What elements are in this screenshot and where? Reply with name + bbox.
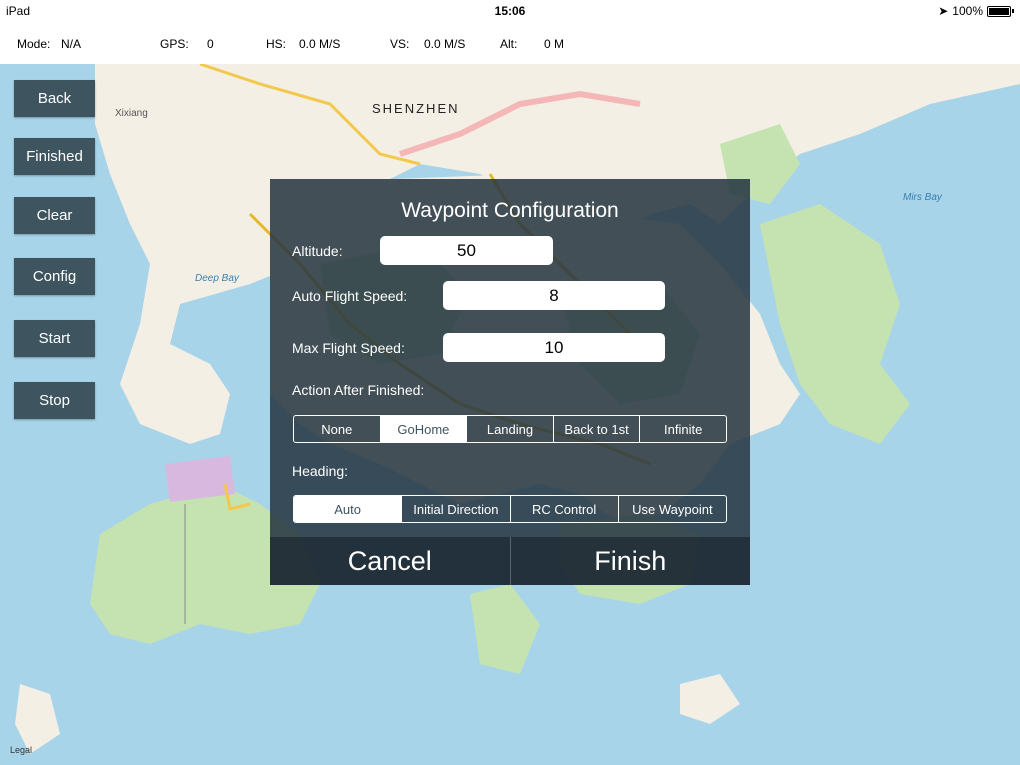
action-after-finished-label: Action After Finished:: [292, 382, 425, 398]
heading-option-auto[interactable]: Auto: [294, 496, 402, 522]
telemetry-bar: Mode: N/A GPS: 0 HS: 0.0 M/S VS: 0.0 M/S…: [0, 22, 1020, 64]
heading-label: Heading:: [292, 463, 349, 479]
map-label-xixiang: Xixiang: [115, 108, 148, 119]
vs-value: 0.0 M/S: [424, 37, 466, 51]
status-right: ➤ 100%: [938, 4, 1014, 18]
dialog-actions: Cancel Finish: [270, 537, 750, 585]
status-time: 15:06: [494, 4, 526, 18]
finished-button[interactable]: Finished: [14, 138, 95, 175]
back-button[interactable]: Back: [14, 80, 95, 117]
heading-option-use-waypoint[interactable]: Use Waypoint: [617, 496, 726, 522]
mode-label: Mode:: [17, 37, 51, 51]
mode-value: N/A: [61, 37, 82, 51]
action-option-back-to-first[interactable]: Back to 1st: [552, 416, 640, 442]
heading-segmented-control: Auto Initial Direction RC Control Use Wa…: [293, 495, 727, 523]
dialog-title: Waypoint Configuration: [401, 199, 619, 222]
waypoint-config-dialog: Waypoint Configuration Altitude: 50 Auto…: [270, 179, 750, 585]
map-label-shenzhen: SHENZHEN: [372, 101, 460, 116]
gps-value: 0: [207, 37, 214, 51]
status-bar: iPad 15:06 ➤ 100%: [0, 0, 1020, 22]
start-button[interactable]: Start: [14, 320, 95, 357]
action-segmented-control: None GoHome Landing Back to 1st Infinite: [293, 415, 727, 443]
hs-value: 0.0 M/S: [299, 37, 341, 51]
battery-icon: [987, 5, 1011, 17]
auto-speed-label: Auto Flight Speed:: [292, 288, 408, 304]
max-speed-label: Max Flight Speed:: [292, 340, 405, 356]
altitude-field[interactable]: 50: [380, 236, 553, 265]
max-speed-field[interactable]: 10: [443, 333, 665, 362]
hs-label: HS:: [266, 37, 287, 51]
heading-option-rc-control[interactable]: RC Control: [509, 496, 618, 522]
altitude-label: Altitude:: [292, 243, 343, 259]
battery-percent: 100%: [952, 4, 983, 18]
alt-label: Alt:: [500, 37, 518, 51]
auto-speed-field[interactable]: 8: [443, 281, 665, 310]
action-option-landing[interactable]: Landing: [466, 416, 553, 442]
action-option-infinite[interactable]: Infinite: [639, 416, 726, 442]
map-label-mirs-bay: Mirs Bay: [903, 192, 942, 203]
heading-option-initial-direction[interactable]: Initial Direction: [401, 496, 509, 522]
map-label-deep-bay: Deep Bay: [195, 273, 239, 284]
battery-tip: [1012, 9, 1014, 13]
action-option-gohome[interactable]: GoHome: [379, 416, 467, 442]
finish-button[interactable]: Finish: [509, 537, 751, 585]
vs-label: VS:: [390, 37, 410, 51]
alt-value: 0 M: [544, 37, 565, 51]
config-button[interactable]: Config: [14, 258, 95, 295]
location-arrow-icon: ➤: [938, 4, 949, 18]
clear-button[interactable]: Clear: [14, 197, 95, 234]
cancel-button[interactable]: Cancel: [270, 537, 510, 585]
gps-label: GPS:: [160, 37, 189, 51]
action-option-none[interactable]: None: [294, 416, 380, 442]
map-legal-link[interactable]: Legal: [10, 745, 32, 755]
stop-button[interactable]: Stop: [14, 382, 95, 419]
